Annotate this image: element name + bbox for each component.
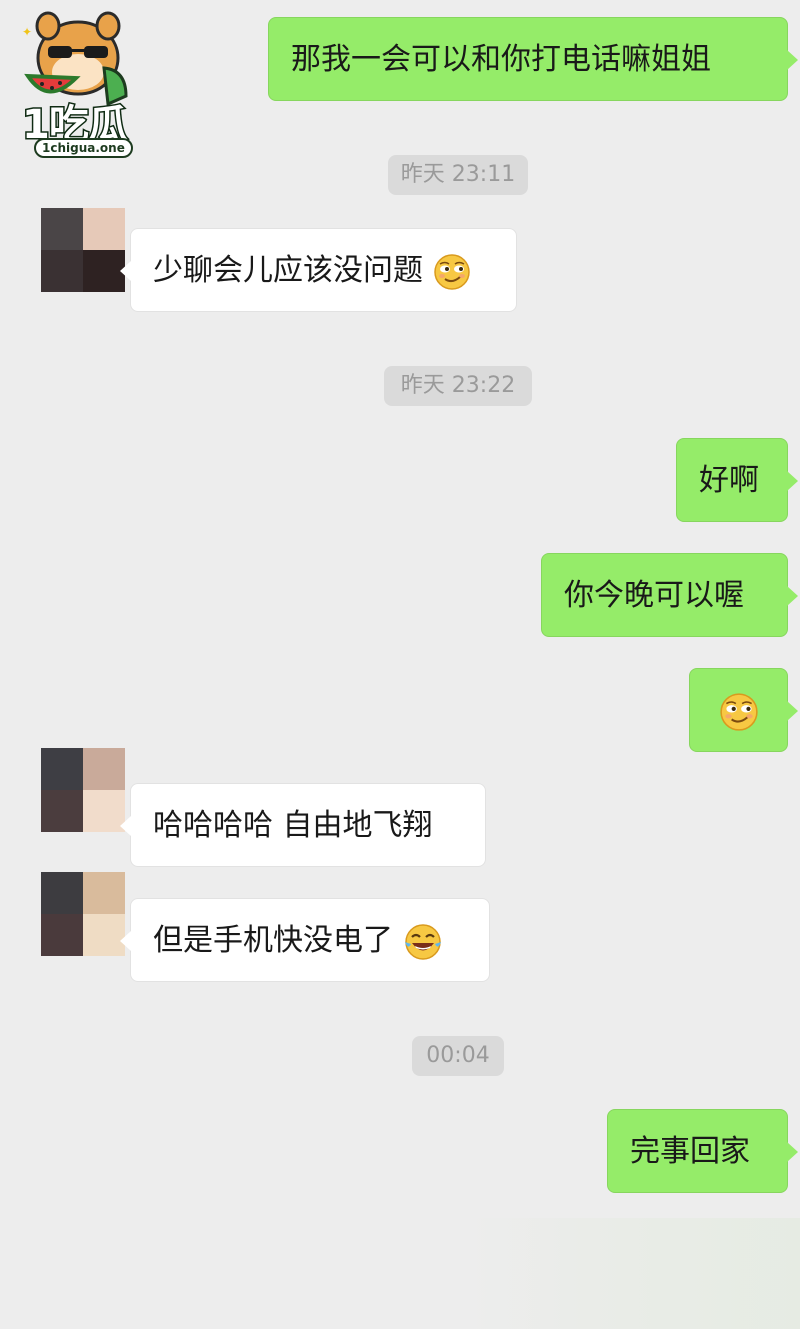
message-bubble-sent[interactable]: 那我一会可以和你打电话嘛姐姐	[268, 17, 798, 101]
timestamp: 00:04	[412, 1036, 504, 1076]
message-text: 好啊	[699, 463, 759, 498]
message-bubble-sent[interactable]: 好啊	[676, 438, 798, 522]
message-bubble-received[interactable]: 少聊会儿应该没问题	[120, 228, 517, 312]
message-text: 完事回家	[630, 1134, 750, 1169]
avatar[interactable]	[41, 208, 125, 292]
message-text: 哈哈哈哈 自由地飞翔	[153, 808, 433, 843]
watermark-domain: 1chigua.one	[34, 138, 133, 158]
watermark-logo: ✦ 1吃瓜 1chigua.one	[8, 6, 148, 164]
message-bubble-received[interactable]: 但是手机快没电了	[120, 898, 490, 982]
message-bubble-received[interactable]: 哈哈哈哈 自由地飞翔	[120, 783, 486, 867]
blurred-region	[470, 1218, 800, 1329]
message-bubble-sent[interactable]	[689, 668, 798, 752]
svg-text:✦: ✦	[22, 25, 32, 39]
message-bubble-sent[interactable]: 你今晚可以喔	[541, 553, 798, 637]
smirk-face-icon	[719, 692, 758, 731]
message-text: 但是手机快没电了	[153, 923, 393, 958]
smirk-face-icon	[433, 253, 470, 290]
tears-of-joy-icon	[404, 923, 441, 960]
avatar[interactable]	[41, 748, 125, 832]
message-bubble-sent[interactable]: 完事回家	[607, 1109, 798, 1193]
timestamp: 昨天 23:11	[388, 155, 528, 195]
avatar[interactable]	[41, 872, 125, 956]
message-text: 你今晚可以喔	[564, 578, 744, 613]
timestamp: 昨天 23:22	[384, 366, 532, 406]
message-text: 少聊会儿应该没问题	[153, 253, 423, 288]
message-text: 那我一会可以和你打电话嘛姐姐	[291, 42, 711, 77]
